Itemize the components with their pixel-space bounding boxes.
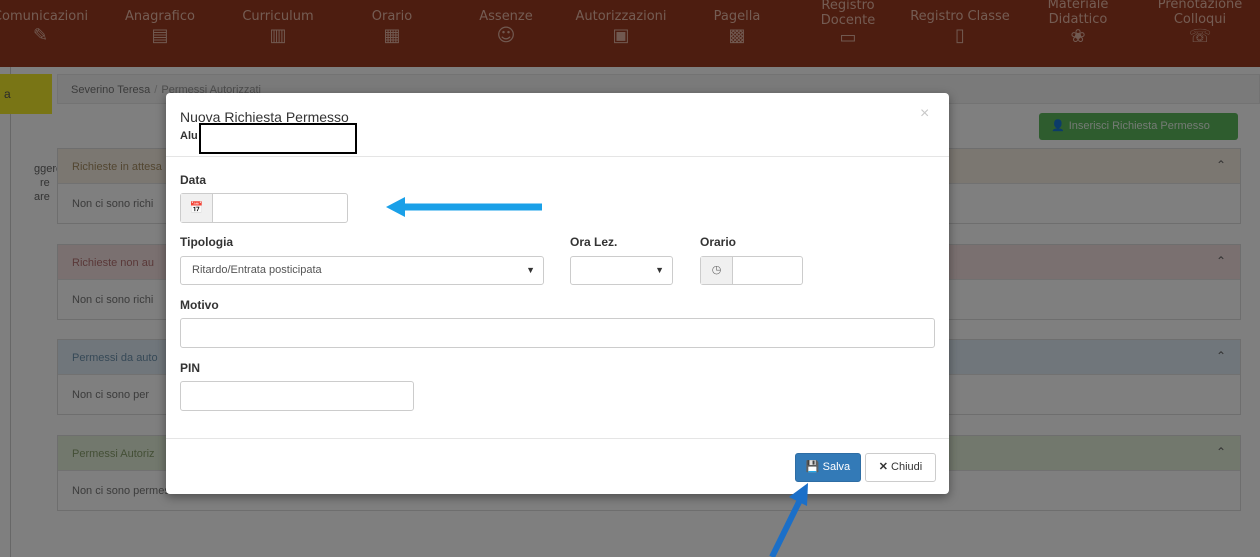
arrow-to-save-button — [769, 483, 808, 557]
arrow-to-date-field — [386, 197, 542, 217]
annotation-arrows — [386, 197, 808, 557]
